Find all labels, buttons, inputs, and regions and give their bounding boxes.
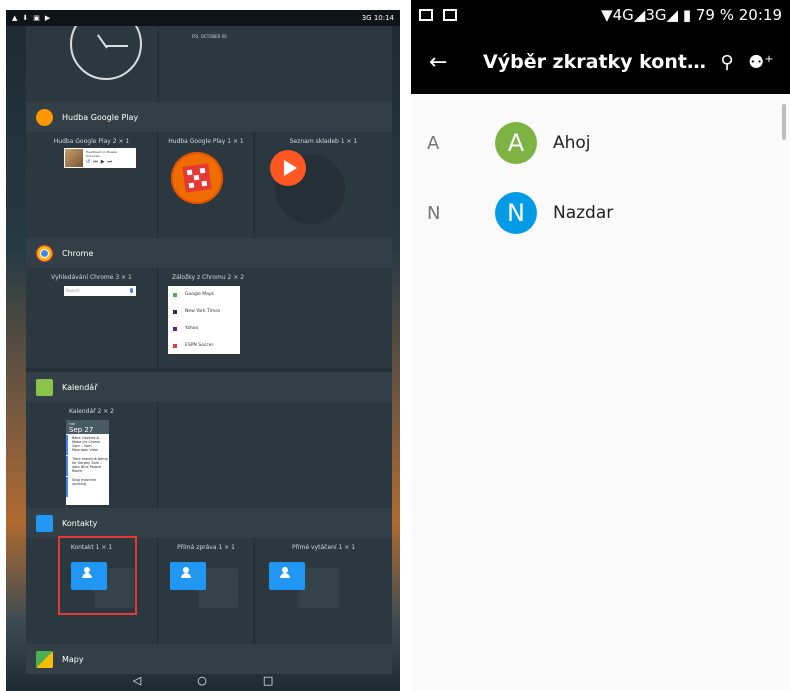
music-widget-preview: Heartbeat on Breeze Unknown ↺⏮▶⏭: [64, 148, 136, 168]
calendar-icon: [36, 378, 53, 396]
app-header-chrome: Chrome: [26, 238, 392, 268]
battery-level: 79 %: [695, 6, 734, 24]
app-header-calendar: Kalendář: [26, 372, 392, 402]
play-icon: [270, 150, 306, 186]
app-name: Hudba Google Play: [62, 112, 139, 122]
app-header-google-play-music: Hudba Google Play: [26, 102, 392, 132]
clock-widget-row: FRI, OCTOBER 06: [26, 26, 392, 102]
search-widget-preview: Search: [64, 286, 136, 296]
selection-highlight-box: [58, 536, 137, 615]
widget-row-music: Hudba Google Play 2 × 1 Heartbeat on Bre…: [26, 132, 392, 238]
widget-chrome-bookmarks-2x2[interactable]: Záložky z Chromu 2 × 2 Google Maps New Y…: [158, 268, 392, 368]
contact-shortcut-picker-screen: ▼4G◢3G◢ ▮ 79 % 20:19 ← Výběr zkratky kon…: [411, 0, 790, 691]
status-time: 10:14: [373, 14, 394, 22]
app-name: Chrome: [62, 248, 94, 258]
phone-status-bar: ▼4G◢3G◢ ▮ 79 % 20:19: [411, 0, 790, 30]
contact-name: Nazdar: [553, 203, 614, 223]
app-name: Kalendář: [62, 382, 98, 392]
contact-avatar: N: [495, 192, 537, 234]
direct-message-icon: [170, 562, 206, 590]
contact-list-item[interactable]: A A Ahoj: [411, 108, 790, 178]
mic-icon: [130, 288, 133, 293]
direct-dial-icon: [269, 562, 305, 590]
back-arrow-icon[interactable]: ←: [429, 50, 463, 75]
contact-avatar: A: [495, 122, 537, 164]
status-network: 3G: [361, 14, 372, 22]
chrome-icon: [36, 244, 53, 262]
home-nav-icon[interactable]: ○: [197, 674, 207, 687]
widget-direct-message-1x1[interactable]: Přímá zpráva 1 × 1: [158, 538, 255, 644]
app-header-contacts: Kontakty: [26, 508, 392, 538]
contact-name: Ahoj: [553, 133, 591, 153]
app-toolbar: ← Výběr zkratky kont… ⚲ ⚉⁺: [411, 30, 790, 94]
tablet-nav-bar: ◁ ○ □: [6, 669, 400, 691]
analog-clock-widget[interactable]: [70, 26, 142, 80]
image-notification-icon: [443, 9, 457, 21]
add-contact-icon[interactable]: ⚉⁺: [744, 52, 778, 73]
email-notification-icon: [419, 9, 433, 21]
page-title: Výběr zkratky kont…: [483, 51, 706, 73]
bookmarks-preview: Google Maps New York Times Yahoo ESPN So…: [168, 286, 240, 354]
scrollbar[interactable]: [782, 104, 786, 140]
widget-music-2x1[interactable]: Hudba Google Play 2 × 1 Heartbeat on Bre…: [26, 132, 158, 238]
calendar-widget-preview: TUE Sep 27 Bake Cookies & Make Ice Cream …: [66, 420, 109, 505]
widget-direct-dial-1x1[interactable]: Přímé vytáčení 1 × 1: [255, 538, 392, 644]
app-name: Kontakty: [62, 518, 98, 528]
contacts-icon: [36, 514, 53, 532]
google-play-music-icon: [36, 108, 53, 126]
widget-playlist-1x1[interactable]: Seznam skladeb 1 × 1: [255, 132, 392, 238]
contact-list-item[interactable]: N N Nazdar: [411, 178, 790, 248]
tablet-status-bar: ▲ ⬇ ▣ ▶ 3G 10:14: [6, 10, 400, 26]
widget-music-1x1[interactable]: Hudba Google Play 1 × 1: [158, 132, 255, 238]
back-nav-icon[interactable]: ◁: [133, 674, 141, 687]
widget-picker-screen: ▲ ⬇ ▣ ▶ 3G 10:14 FRI, OCTOBER 06 Hudba Goog…: [6, 10, 400, 691]
battery-icon: ▮: [682, 6, 692, 24]
recents-nav-icon[interactable]: □: [263, 674, 273, 687]
widget-row-chrome: Vyhledávání Chrome 3 × 1 Search Záložky …: [26, 268, 392, 368]
widget-row-calendar: Kalendář 2 × 2 TUE Sep 27 Bake Cookies & …: [26, 402, 392, 508]
widget-chrome-search-3x1[interactable]: Vyhledávání Chrome 3 × 1 Search: [26, 268, 158, 368]
widget-list[interactable]: FRI, OCTOBER 06 Hudba Google Play Hudba …: [26, 26, 392, 678]
status-time: 20:19: [738, 6, 782, 24]
maps-icon: [36, 650, 53, 668]
section-letter: A: [427, 132, 440, 154]
network-indicator: ▼4G◢3G◢: [601, 6, 679, 24]
app-name: Mapy: [62, 654, 84, 664]
section-letter: N: [427, 202, 441, 224]
digital-clock-date: FRI, OCTOBER 06: [192, 34, 227, 39]
widget-calendar-2x2[interactable]: Kalendář 2 × 2 TUE Sep 27 Bake Cookies & …: [26, 402, 158, 508]
search-icon[interactable]: ⚲: [710, 52, 744, 73]
lucky-dice-icon: [171, 152, 223, 204]
